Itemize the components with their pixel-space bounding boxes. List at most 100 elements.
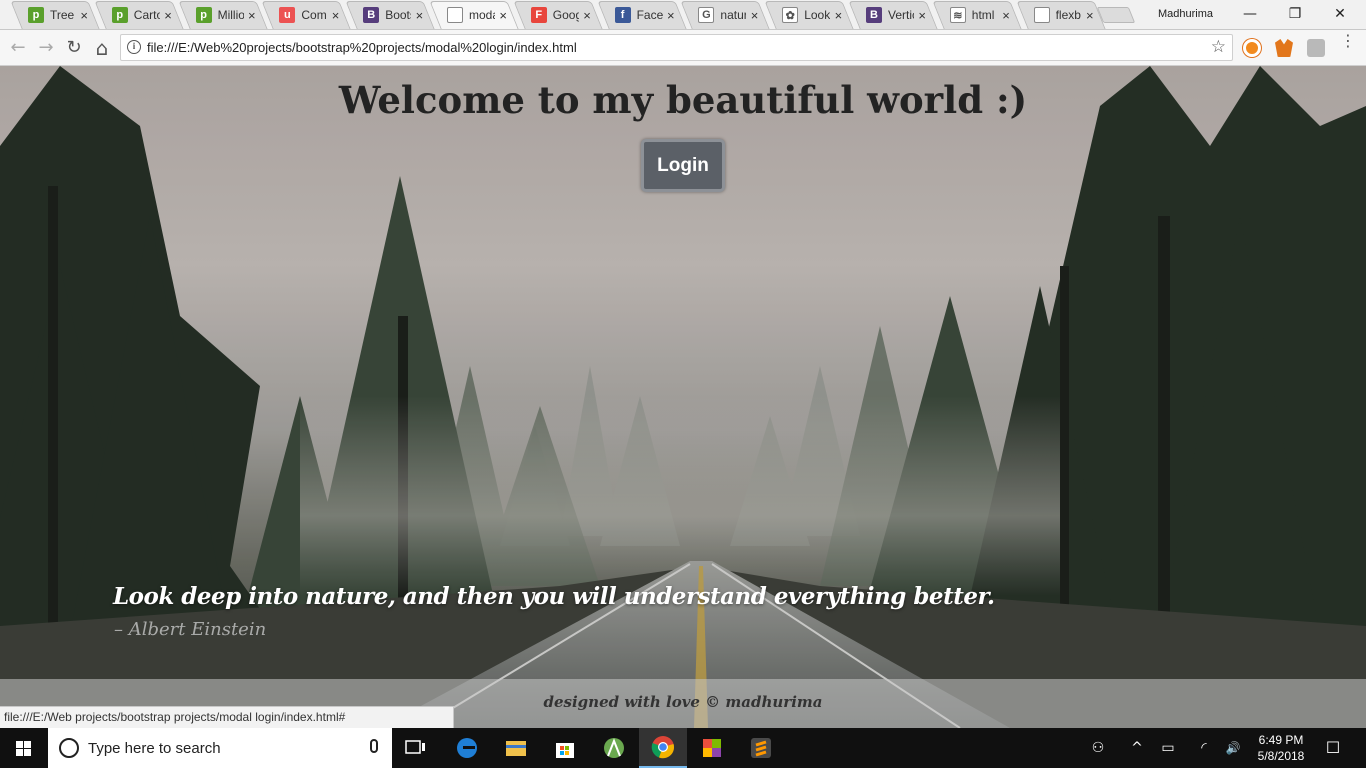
tab-close-icon[interactable]: × — [918, 8, 926, 23]
tab-close-icon[interactable]: × — [751, 8, 759, 23]
browser-tab[interactable]: B Boots × — [343, 1, 429, 29]
tab-close-icon[interactable]: × — [1086, 8, 1094, 23]
tab-title: Tree — [50, 8, 75, 22]
wifi-icon[interactable]: ◜ — [1194, 728, 1214, 768]
menu-icon[interactable]: ⋮ — [1340, 33, 1356, 49]
tab-close-icon[interactable]: × — [583, 8, 591, 23]
store-icon — [556, 743, 574, 758]
close-window-button[interactable]: ✕ — [1320, 3, 1360, 25]
tab-title: natur — [720, 8, 747, 22]
sublime-text-icon — [751, 738, 771, 758]
pinwheel-icon: ✿ — [782, 7, 799, 23]
browser-tab[interactable]: p Tree × — [8, 1, 94, 29]
browser-tab[interactable]: F Goog × — [511, 1, 597, 29]
tab-close-icon[interactable]: × — [416, 8, 424, 23]
browser-tab[interactable]: flexb × — [1014, 1, 1100, 29]
browser-tab[interactable]: p Carto × — [92, 1, 178, 29]
browser-tab[interactable]: f Faceb × — [595, 1, 681, 29]
taskbar-search[interactable]: Type here to search — [48, 728, 392, 768]
reload-icon[interactable]: ↻ — [62, 36, 86, 60]
tab-title: Faceb — [636, 8, 663, 22]
home-icon[interactable]: ⌂ — [90, 36, 114, 60]
android-studio-icon — [604, 738, 624, 758]
bootstrap-icon: B — [363, 7, 380, 23]
tab-close-icon[interactable]: × — [248, 8, 256, 23]
tab-title: flexb — [1055, 8, 1081, 22]
quote-author: – Albert Einstein — [114, 619, 267, 640]
metamask-fox-icon[interactable] — [1275, 39, 1293, 57]
web-page: Welcome to my beautiful world :) Login L… — [0, 66, 1366, 728]
people-icon[interactable]: ⚇ — [1088, 728, 1108, 768]
windows-logo-icon — [16, 741, 31, 756]
page-heading: Welcome to my beautiful world :) — [338, 78, 1028, 122]
tab-title: moda — [469, 8, 495, 22]
tab-close-icon[interactable]: × — [667, 8, 675, 23]
status-bubble: file:///E:/Web projects/bootstrap projec… — [0, 706, 454, 728]
tab-close-icon[interactable]: × — [80, 8, 88, 23]
browser-tab[interactable]: B Vertic × — [846, 1, 932, 29]
start-button[interactable] — [0, 728, 48, 768]
tab-title: html — [971, 8, 995, 22]
facebook-icon: f — [614, 7, 631, 23]
tab-title: Vertic — [888, 8, 914, 22]
minimize-button[interactable]: — — [1230, 3, 1270, 25]
task-view-button[interactable] — [392, 728, 440, 768]
battery-icon[interactable]: ▭ — [1158, 728, 1178, 768]
address-text[interactable]: file:///E:/Web%20projects/bootstrap%20pr… — [147, 40, 577, 55]
store-button[interactable] — [541, 728, 589, 768]
edge-button[interactable] — [443, 728, 491, 768]
browser-tab[interactable]: Gnatur × — [678, 1, 764, 29]
udemy-icon: u — [279, 7, 296, 23]
volume-icon[interactable]: 🔊 — [1222, 728, 1244, 768]
taskbar-clock[interactable]: 6:49 PM 5/8/2018 — [1250, 732, 1312, 764]
p-icon: p — [111, 7, 128, 23]
tab-strip: Madhurima — ❐ ✕ p Tree × p Carto × p Millio × u Co… — [0, 0, 1366, 30]
tab-close-icon[interactable]: × — [164, 8, 172, 23]
chrome-button[interactable] — [639, 728, 687, 768]
clock-date: 5/8/2018 — [1257, 749, 1305, 763]
browser-tab[interactable]: moda × — [427, 1, 513, 29]
browser-tab[interactable]: ✿ Looki × — [762, 1, 848, 29]
login-button[interactable]: Login — [641, 139, 725, 192]
google-icon: F — [530, 7, 547, 23]
microphone-icon[interactable] — [370, 739, 378, 753]
file-icon — [447, 7, 463, 23]
tab-title: Looki — [804, 8, 831, 22]
extension-icon-orange[interactable] — [1243, 39, 1261, 57]
tab-close-icon[interactable]: × — [332, 8, 340, 23]
restore-button[interactable]: ❐ — [1275, 3, 1315, 25]
edge-icon — [457, 738, 477, 758]
browser-tab[interactable]: p Millio × — [176, 1, 262, 29]
show-hidden-icons-chevron[interactable]: ^ — [1128, 728, 1146, 768]
browser-tab[interactable]: u Comp × — [259, 1, 345, 29]
tab-close-icon[interactable]: × — [499, 8, 507, 23]
tab-close-icon[interactable]: × — [835, 8, 843, 23]
sublime-text-button[interactable] — [737, 728, 785, 768]
tab-title: Comp — [301, 8, 327, 22]
tab-close-icon[interactable]: × — [1002, 8, 1010, 23]
address-bar[interactable]: i file:///E:/Web%20projects/bootstrap%20… — [120, 34, 1233, 61]
bookmark-star-icon[interactable]: ☆ — [1211, 37, 1226, 57]
folder-icon — [506, 741, 526, 756]
android-studio-button[interactable] — [590, 728, 638, 768]
tab-title: Millio — [217, 8, 244, 22]
tab-title: Goog — [552, 8, 579, 22]
file-explorer-button[interactable] — [492, 728, 540, 768]
p-icon: p — [28, 7, 44, 23]
bootstrap-icon: B — [866, 7, 882, 23]
quote-text: Look deep into nature, and then you will… — [113, 583, 995, 610]
cortana-icon — [59, 738, 79, 758]
forward-icon[interactable]: → — [34, 36, 58, 60]
search-placeholder: Type here to search — [88, 740, 221, 757]
tab-title: Boots — [385, 8, 411, 22]
app-grid-icon — [703, 739, 721, 757]
action-center-icon[interactable]: ☐ — [1320, 728, 1346, 768]
file-icon — [1033, 7, 1050, 23]
windows-taskbar: Type here to search ⚇ ^ ▭ ◜ 🔊 6:49 PM 5/… — [0, 728, 1366, 768]
info-icon[interactable]: i — [127, 40, 141, 54]
extension-icon-grey[interactable] — [1307, 39, 1325, 57]
browser-tab[interactable]: ≋ html × — [930, 1, 1016, 29]
back-icon[interactable]: ← — [6, 36, 30, 60]
app-grid-button[interactable] — [688, 728, 736, 768]
profile-name[interactable]: Madhurima — [1158, 8, 1213, 20]
